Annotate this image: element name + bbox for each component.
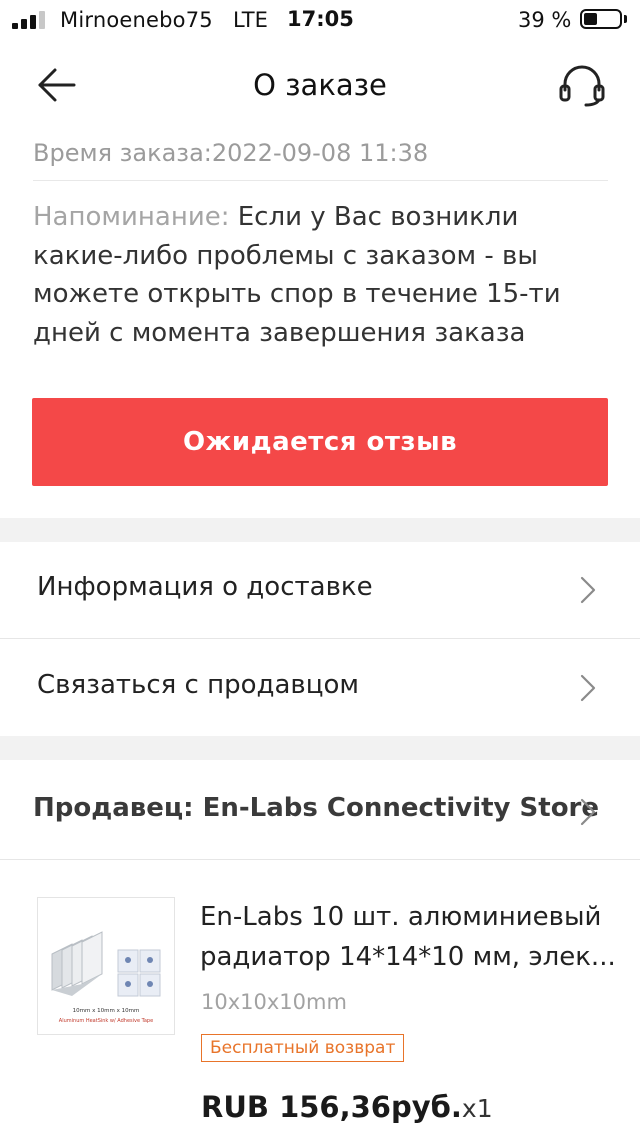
battery-level-fill bbox=[584, 13, 597, 25]
order-time: Время заказа:2022-09-08 11:38 bbox=[33, 139, 429, 167]
product-title-line-2: радиатор 14*14*10 мм, элек... bbox=[200, 942, 616, 972]
thumb-caption-line1: 10mm x 10mm x 10mm bbox=[73, 1008, 140, 1014]
section-separator bbox=[0, 736, 640, 760]
contact-seller-label: Связаться с продавцом bbox=[37, 670, 359, 700]
headset-icon bbox=[559, 65, 605, 107]
quantity: x1 bbox=[461, 1094, 493, 1123]
product-image[interactable]: 10mm x 10mm x 10mm Aluminum HeatSink w/ … bbox=[37, 897, 175, 1035]
reminder-line: Напоминание: Если у Вас возникли bbox=[33, 198, 593, 237]
support-button[interactable] bbox=[556, 62, 608, 108]
page-title: О заказе bbox=[253, 68, 387, 102]
reminder-text: Напоминание: Если у Вас возникли какие-л… bbox=[33, 198, 593, 352]
chevron-right-icon bbox=[580, 798, 596, 826]
signal-icon bbox=[12, 11, 48, 29]
reminder-line-4: дней с момента завершения заказа bbox=[33, 317, 526, 348]
section-separator bbox=[0, 518, 640, 542]
carrier-name: Mirnoenebo75 bbox=[60, 8, 213, 32]
awaiting-review-button[interactable]: Ожидается отзыв bbox=[32, 398, 608, 486]
order-details-screen: Mirnoenebo75 LTE 17:05 39 % О заказе Вре… bbox=[0, 0, 640, 1136]
battery-icon bbox=[580, 9, 622, 29]
battery-nub bbox=[624, 15, 627, 23]
status-bar: Mirnoenebo75 LTE 17:05 39 % bbox=[0, 0, 640, 40]
product-variant: 10x10x10mm bbox=[201, 990, 347, 1014]
delivery-info-label: Информация о доставке bbox=[37, 572, 373, 602]
battery-percent: 39 % bbox=[518, 8, 572, 32]
reminder-line-1: Если у Вас возникли bbox=[237, 202, 519, 232]
free-return-badge: Бесплатный возврат bbox=[201, 1034, 405, 1062]
seller-name: Продавец: En-Labs Connectivity Store bbox=[33, 793, 600, 823]
clock: 17:05 bbox=[287, 7, 354, 31]
product-title[interactable]: En-Labs 10 шт. алюминиевый радиатор 14*1… bbox=[200, 897, 620, 977]
product-title-line-1: En-Labs 10 шт. алюминиевый bbox=[200, 902, 602, 932]
delivery-info-row[interactable]: Информация о доставке bbox=[0, 542, 640, 638]
reminder-line-2: какие-либо проблемы с заказом - вы bbox=[33, 240, 538, 271]
divider bbox=[33, 180, 608, 181]
chevron-right-icon bbox=[580, 576, 596, 604]
header: О заказе bbox=[0, 40, 640, 130]
seller-row[interactable]: Продавец: En-Labs Connectivity Store bbox=[0, 760, 640, 860]
thumb-caption-line2: Aluminum HeatSink w/ Adhesive Tape bbox=[59, 1018, 153, 1024]
divider bbox=[0, 859, 640, 860]
price-amount: RUB 156,36руб. bbox=[201, 1090, 462, 1124]
divider bbox=[0, 638, 640, 639]
heatsink-product-illustration: 10mm x 10mm x 10mm Aluminum HeatSink w/ … bbox=[38, 898, 174, 1034]
contact-seller-row[interactable]: Связаться с продавцом bbox=[0, 640, 640, 736]
reminder-line-3: можете открыть спор в течение 15-ти bbox=[33, 279, 561, 309]
chevron-right-icon bbox=[580, 674, 596, 702]
product-price: RUB 156,36руб.x1 bbox=[201, 1090, 493, 1124]
network-type: LTE bbox=[233, 8, 268, 32]
reminder-label: Напоминание: bbox=[33, 202, 238, 232]
